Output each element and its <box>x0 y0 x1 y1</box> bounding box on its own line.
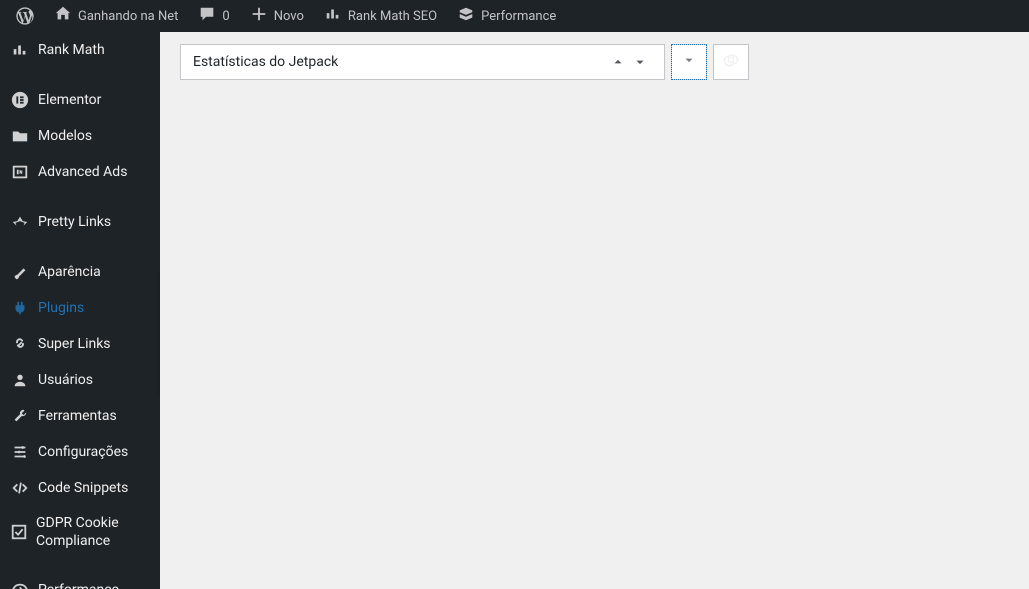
site-name-label: Ganhando na Net <box>78 9 178 24</box>
user-icon <box>10 370 30 390</box>
chart-icon <box>10 40 30 60</box>
sidebar-item-label: Elementor <box>38 91 101 109</box>
elementor-icon <box>10 90 30 110</box>
sliders-icon <box>10 442 30 462</box>
comment-icon <box>198 5 216 27</box>
code-icon <box>10 478 30 498</box>
sidebar-item-ferramentas[interactable]: Ferramentas <box>0 398 160 434</box>
sidebar-item-label: Configurações <box>38 443 128 461</box>
sidebar-item-label: Advanced Ads <box>38 163 127 181</box>
plug-icon <box>10 298 30 318</box>
sidebar-item-usuarios[interactable]: Usuários <box>0 362 160 398</box>
rank-math-bar[interactable]: Rank Math SEO <box>316 0 445 32</box>
performance-bar[interactable]: Performance <box>449 0 564 32</box>
folder-icon <box>10 126 30 146</box>
performance-label: Performance <box>481 9 556 24</box>
sidebar-item-rank-math[interactable]: Rank Math <box>0 32 160 68</box>
panel-up-button[interactable] <box>610 54 626 70</box>
sidebar-item-label: GDPR Cookie Compliance <box>36 514 150 550</box>
sidebar-item-label: Pretty Links <box>38 213 111 231</box>
gauge-icon <box>10 580 30 589</box>
sidebar-item-label: Aparência <box>38 263 101 281</box>
new-content[interactable]: Novo <box>242 0 312 32</box>
panel-bar: Estatísticas do Jetpack <box>180 44 1009 80</box>
panel-toggle-button[interactable] <box>671 44 707 80</box>
home-icon <box>54 5 72 27</box>
plus-icon <box>250 5 268 27</box>
brush-icon <box>10 262 30 282</box>
sidebar-item-pretty-links[interactable]: Pretty Links <box>0 204 160 240</box>
sidebar-item-advanced-ads[interactable]: Advanced Ads <box>0 154 160 190</box>
sidebar-item-modelos[interactable]: Modelos <box>0 118 160 154</box>
sidebar-item-label: Rank Math <box>38 41 105 59</box>
sidebar-item-label: Super Links <box>38 335 111 353</box>
wrench-icon <box>10 406 30 426</box>
sidebar-item-performance[interactable]: Performance <box>0 572 160 589</box>
panel-title-box[interactable]: Estatísticas do Jetpack <box>180 44 665 80</box>
wp-logo[interactable] <box>8 0 42 32</box>
comments[interactable]: 0 <box>190 0 237 32</box>
check-icon <box>10 522 28 542</box>
comments-count: 0 <box>222 9 229 24</box>
panel-settings-button[interactable] <box>713 44 749 80</box>
sidebar-item-aparencia[interactable]: Aparência <box>0 254 160 290</box>
sidebar-item-label: Performance <box>38 581 119 589</box>
sidebar-item-plugins[interactable]: Plugins <box>0 290 160 326</box>
sidebar-item-label: Usuários <box>38 371 93 389</box>
panel-title: Estatísticas do Jetpack <box>193 54 610 70</box>
sidebar-item-label: Ferramentas <box>38 407 117 425</box>
sidebar-item-configuracoes[interactable]: Configurações <box>0 434 160 470</box>
box-icon <box>457 5 475 27</box>
admin-bar: Ganhando na Net 0 Novo Rank Math SEO Per… <box>0 0 1029 32</box>
sidebar-item-elementor[interactable]: Elementor <box>0 82 160 118</box>
gear-icon <box>722 51 740 73</box>
caret-down-icon <box>682 53 696 71</box>
content-area: Estatísticas do Jetpack <box>160 32 1029 589</box>
admin-sidebar: Rank Math Elementor Modelos Advanced Ads… <box>0 32 160 589</box>
sidebar-item-label: Code Snippets <box>38 479 128 497</box>
sidebar-item-label: Modelos <box>38 127 92 145</box>
link-icon <box>10 334 30 354</box>
sidebar-item-label: Plugins <box>38 299 84 317</box>
panel-down-button[interactable] <box>632 54 648 70</box>
rank-math-label: Rank Math SEO <box>348 9 437 24</box>
chart-icon <box>324 5 342 27</box>
sidebar-item-code-snippets[interactable]: Code Snippets <box>0 470 160 506</box>
star-icon <box>10 212 30 232</box>
sidebar-item-super-links[interactable]: Super Links <box>0 326 160 362</box>
ads-icon <box>10 162 30 182</box>
sidebar-item-gdpr[interactable]: GDPR Cookie Compliance <box>0 506 160 558</box>
new-label: Novo <box>274 9 304 24</box>
site-name[interactable]: Ganhando na Net <box>46 0 186 32</box>
